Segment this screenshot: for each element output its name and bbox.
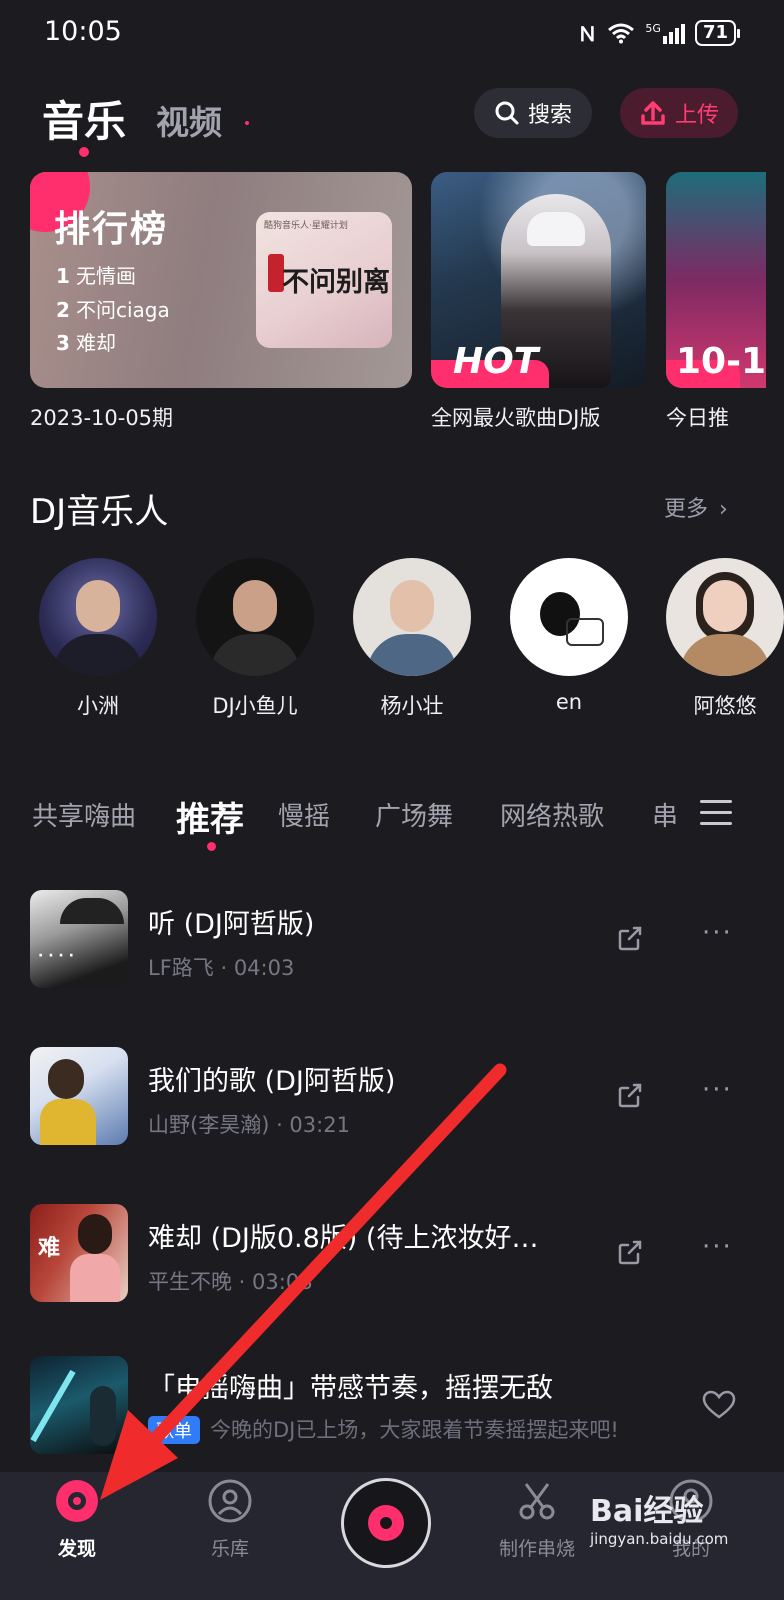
section-title-dj: DJ音乐人 [30,492,169,532]
more-options-icon[interactable]: ··· [702,1075,733,1105]
tab-online-hits[interactable]: 网络热歌 [500,796,604,833]
chart-item: 3 难却 [56,331,116,355]
tab-recommend[interactable]: 推荐 [176,792,244,841]
discover-icon [56,1480,98,1522]
song-title: 难却 (DJ版0.8版) (待上浓妆好… [148,1223,539,1254]
more-label: 更多 [664,497,709,522]
nav-mix-label: 制作串烧 [498,1538,575,1560]
song-title: 我们的歌 (DJ阿哲版) [148,1066,396,1097]
song-cover: 难 [30,1204,128,1302]
battery-indicator: 71 [694,19,741,46]
more-options-icon[interactable]: ··· [702,1232,733,1262]
artist-name: 小洲 [77,694,119,718]
artist-name: 杨小壮 [380,694,444,718]
hot-card[interactable]: HOT [431,172,646,388]
dj-artist[interactable]: en [510,558,628,714]
chart-card-title: 排行榜 [54,209,169,250]
nav-discover[interactable]: 发现 [22,1478,132,1561]
song-meta: 平生不晚 · 03:08 [148,1270,313,1294]
menu-icon[interactable] [700,800,732,826]
playlist-meta: 歌单 今晚的DJ已上场，大家跟着节奏摇摆起来吧! [148,1414,619,1444]
tab-square-dance[interactable]: 广场舞 [375,796,453,833]
upload-button[interactable]: 上传 [620,88,738,138]
library-icon [208,1479,252,1523]
nfc-icon: Ｎ [577,22,598,46]
dj-artist[interactable]: 小洲 [39,558,157,720]
upload-icon [641,101,665,125]
upload-label: 上传 [674,103,719,128]
hot-badge: HOT [453,341,539,382]
status-time: 10:05 [44,16,122,47]
daily-badge: 10-1 [676,341,766,382]
playlist-title: 「电摇嗨曲」带感节奏，摇摆无敌 [148,1373,553,1404]
daily-card[interactable]: 10-1 [666,172,766,388]
playlist-cover [30,1356,128,1454]
song-cover [30,1047,128,1145]
more-options-icon[interactable]: ··· [702,918,733,948]
playlist-badge: 歌单 [148,1416,200,1444]
chart-card-caption: 2023-10-05期 [30,406,174,430]
share-icon[interactable] [614,1236,646,1268]
search-icon [495,101,519,125]
cover-title: 不问别离 [282,267,390,298]
status-icons: Ｎ 5G 71 [577,18,741,47]
signal-icon: 5G [645,22,685,44]
nav-library[interactable]: 乐库 [175,1478,285,1561]
headphones-shape [527,212,585,246]
playlist-item[interactable]: 「电摇嗨曲」带感节奏，摇摆无敌 歌单 今晚的DJ已上场，大家跟着节奏摇摆起来吧! [30,1356,750,1456]
dj-artist[interactable]: DJ小鱼儿 [196,558,314,720]
disc-hole [380,1517,392,1529]
baidu-watermark: Bai经验 jingyan.baidu.com [590,1486,728,1548]
avatar [666,558,784,676]
tab-slow-rock[interactable]: 慢摇 [278,796,330,833]
song-meta: 山野(李昊瀚) · 03:21 [148,1113,350,1137]
chevron-right-icon: › [719,497,728,522]
nav-mix[interactable]: 制作串烧 [482,1478,592,1561]
tab-share-hits[interactable]: 共享嗨曲 [32,796,136,833]
song-meta: LF路飞 · 04:03 [148,956,295,980]
scissors-icon [519,1483,555,1520]
share-icon[interactable] [614,1079,646,1111]
cover-caption: 酷狗音乐人·星耀计划 [264,221,348,231]
avatar [353,558,471,676]
search-button[interactable]: 搜索 [474,88,592,138]
search-label: 搜索 [527,103,572,128]
song-item[interactable]: 难 难却 (DJ版0.8版) (待上浓妆好… 平生不晚 · 03:08 ··· [30,1204,750,1304]
player-disc-button[interactable] [341,1478,431,1568]
song-title: 听 (DJ阿哲版) [148,909,315,940]
daily-card-caption: 今日推 [666,406,729,430]
tab-video[interactable]: 视频 [156,96,222,144]
chart-item: 1 无情画 [56,264,136,288]
hot-card-caption: 全网最火歌曲DJ版 [431,406,601,430]
chart-cover-image: 酷狗音乐人·星耀计划 不问别离 [256,212,392,348]
artist-name: 阿悠悠 [693,694,757,718]
artist-name: DJ小鱼儿 [212,694,298,718]
nav-discover-label: 发现 [57,1538,96,1560]
watermark-brand: Bai经验 [590,1494,704,1529]
avatar [510,558,628,676]
chart-item: 2 不问ciaga [56,298,170,322]
playlist-desc: 今晚的DJ已上场，大家跟着节奏摇摆起来吧! [210,1418,619,1442]
heart-icon[interactable] [702,1390,736,1420]
more-link[interactable]: 更多 › [664,491,728,523]
song-item[interactable]: · · · · 听 (DJ阿哲版) LF路飞 · 04:03 ··· [30,890,750,990]
artist-name: en [555,690,583,714]
active-category-indicator [207,842,216,851]
song-item[interactable]: 我们的歌 (DJ阿哲版) 山野(李昊瀚) · 03:21 ··· [30,1047,750,1147]
avatar [196,558,314,676]
network-type: 5G [645,21,661,35]
watermark-url: jingyan.baidu.com [590,1530,729,1548]
active-tab-indicator [79,147,89,157]
avatar [39,558,157,676]
nav-library-label: 乐库 [210,1538,249,1560]
song-cover: · · · · [30,890,128,988]
tab-music[interactable]: 音乐 [42,88,126,149]
dj-artist[interactable]: 阿悠悠 [666,558,784,720]
tab-medley[interactable]: 串 [652,796,682,833]
wifi-icon [608,23,635,43]
share-icon[interactable] [614,922,646,954]
notification-dot [245,121,249,125]
chart-card[interactable]: 排行榜 1 无情画 2 不问ciaga 3 难却 酷狗音乐人·星耀计划 不问别离 [30,172,412,388]
dj-artist[interactable]: 杨小壮 [353,558,471,720]
